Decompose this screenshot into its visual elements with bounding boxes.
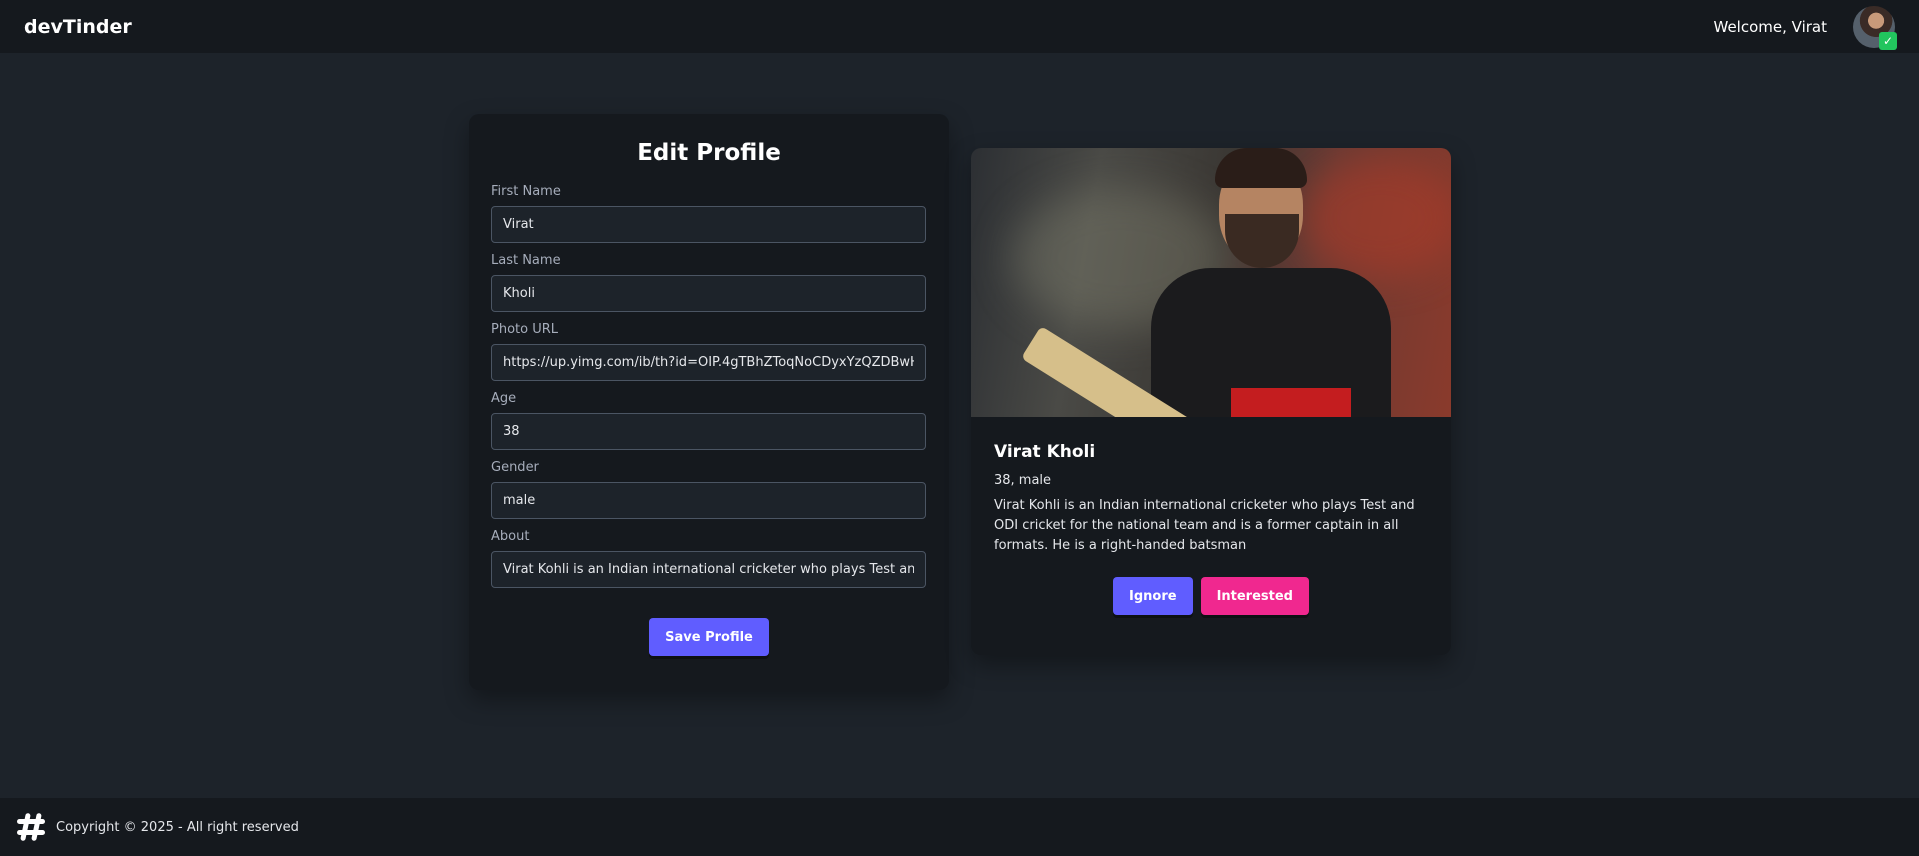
profile-actions: Ignore Interested: [994, 577, 1428, 615]
profile-age-gender: 38, male: [994, 473, 1052, 488]
ignore-button[interactable]: Ignore: [1113, 577, 1193, 615]
copyright-text: Copyright © 2025 - All right reserved: [56, 819, 299, 835]
about-input[interactable]: [491, 551, 926, 588]
user-avatar-button[interactable]: ✓: [1853, 5, 1897, 50]
last-name-label: Last Name: [491, 253, 561, 268]
photo-url-label: Photo URL: [491, 322, 559, 337]
last-name-input[interactable]: [491, 275, 926, 312]
edit-profile-card: Edit Profile First Name Last Name Photo …: [469, 114, 949, 690]
save-profile-button[interactable]: Save Profile: [649, 618, 769, 656]
first-name-input[interactable]: [491, 206, 926, 243]
brand-logo[interactable]: devTinder: [24, 16, 132, 38]
age-label: Age: [491, 391, 517, 406]
gender-label: Gender: [491, 460, 539, 475]
first-name-label: First Name: [491, 184, 561, 199]
profile-name: Virat Kholi: [994, 442, 1096, 462]
online-check-icon: ✓: [1879, 31, 1897, 50]
welcome-text: Welcome, Virat: [1713, 17, 1828, 36]
photo-url-input[interactable]: [491, 344, 926, 381]
profile-preview-card: Virat Kholi 38, male Virat Kohli is an I…: [971, 148, 1451, 655]
age-input[interactable]: [491, 413, 926, 450]
footer: Copyright © 2025 - All right reserved: [0, 798, 1919, 856]
gender-input[interactable]: [491, 482, 926, 519]
hashtag-icon: [17, 813, 45, 841]
profile-photo: [971, 148, 1451, 417]
nav-right: Welcome, Virat ✓: [1713, 5, 1897, 50]
navbar: devTinder Welcome, Virat ✓: [0, 0, 1919, 53]
interested-button[interactable]: Interested: [1200, 577, 1309, 615]
edit-profile-title: Edit Profile: [637, 140, 781, 166]
about-label: About: [491, 529, 530, 544]
profile-about: Virat Kohli is an Indian international c…: [994, 498, 1415, 553]
save-row: Save Profile: [491, 618, 927, 656]
profile-body: Virat Kholi 38, male Virat Kohli is an I…: [971, 417, 1451, 640]
